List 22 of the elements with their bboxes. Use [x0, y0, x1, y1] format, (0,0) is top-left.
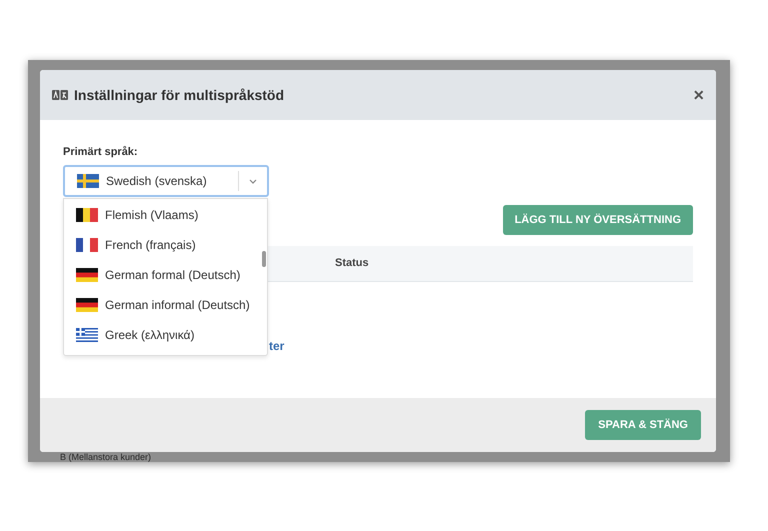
language-option[interactable]: Flemish (Vlaams)	[64, 200, 267, 230]
language-option[interactable]: German informal (Deutsch)	[64, 290, 267, 320]
translate-icon	[52, 90, 68, 100]
language-select[interactable]: Swedish (svenska)	[63, 165, 269, 197]
flag-icon	[76, 238, 98, 252]
chevron-down-icon	[249, 178, 257, 184]
background-text: B (Mellanstora kunder)	[60, 452, 152, 462]
dialog-title: Inställningar för multispråkstöd	[74, 86, 284, 105]
select-value: Swedish (svenska)	[106, 173, 207, 190]
flag-icon	[76, 328, 98, 342]
flag-icon	[76, 268, 98, 282]
field-label: Primärt språk:	[63, 145, 139, 160]
flag-icon	[76, 208, 98, 222]
language-option[interactable]: Greek (ελληνικά)	[64, 320, 267, 350]
column-header: Status	[335, 256, 369, 272]
scrollbar-thumb[interactable]	[262, 251, 266, 267]
flag-icon	[76, 298, 98, 312]
link[interactable]: ter	[269, 339, 284, 353]
language-option[interactable]: German formal (Deutsch)	[64, 260, 267, 290]
language-option[interactable]: French (français)	[64, 230, 267, 260]
close-button[interactable]: ×	[693, 86, 704, 104]
flag-icon	[77, 174, 99, 188]
